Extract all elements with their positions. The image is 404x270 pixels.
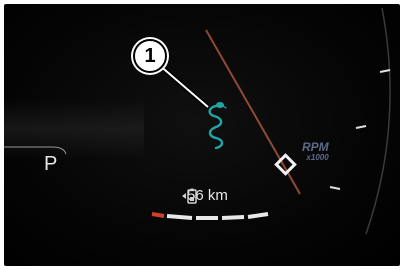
tachometer-label: RPM x1000 (302, 141, 329, 162)
tachometer-needle (205, 29, 301, 195)
tachometer-arc (365, 7, 391, 235)
gauge-graphics (4, 7, 391, 235)
instrument-cluster: P 56 km RPM x1000 1 (4, 4, 400, 266)
scale-segment (221, 215, 245, 220)
callout-leader-line-inner (157, 63, 209, 108)
tick-mark (355, 125, 367, 129)
tick-mark (329, 186, 341, 190)
rpm-label: RPM (302, 140, 329, 154)
callout-number: 1 (133, 39, 167, 73)
tick-mark (379, 69, 391, 73)
rpm-unit: x1000 (306, 153, 329, 162)
scale-segment (247, 212, 269, 219)
redline-segment (151, 212, 165, 218)
mamba-snake-icon (208, 102, 227, 150)
scale-segment (166, 214, 193, 220)
gear-indicator: P (44, 153, 58, 175)
range-readout: 56 km (181, 188, 228, 204)
